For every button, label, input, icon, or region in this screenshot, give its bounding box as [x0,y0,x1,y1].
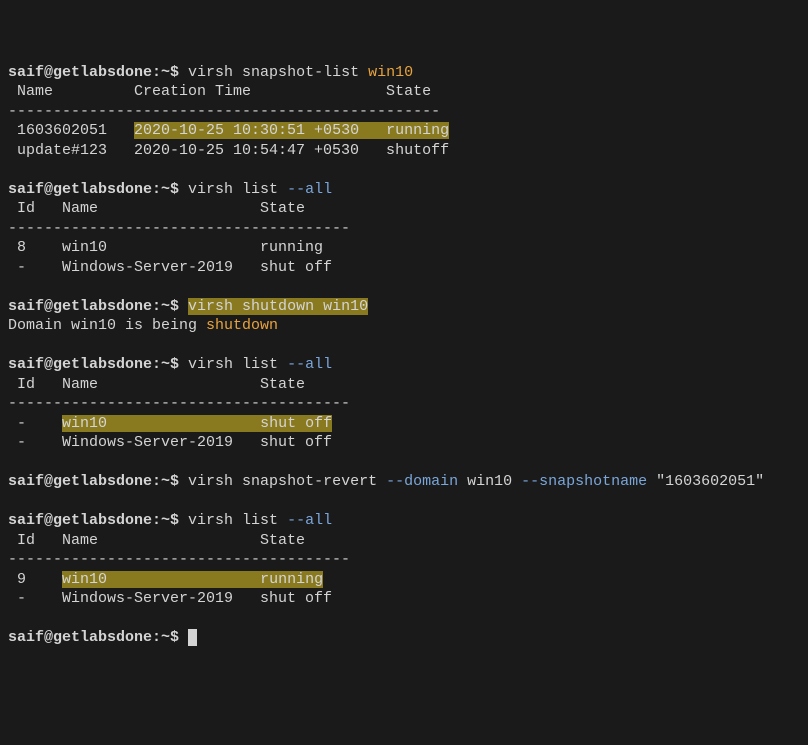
highlighted-text: win10 [62,571,260,588]
table-divider: -------------------------------------- [8,395,350,412]
command-text: virsh list [188,181,287,198]
highlighted-command: virsh shutdown win10 [188,298,368,315]
command-flag: --snapshotname [521,473,647,490]
table-row: - Windows-Server-2019 shut off [8,259,332,276]
table-header: Id Name State [8,200,305,217]
output-keyword: shutdown [206,317,278,334]
command-text: virsh snapshot-list [188,64,359,81]
command-text: virsh snapshot-revert [188,473,386,490]
shell-prompt: saif@getlabsdone:~$ [8,298,179,315]
highlighted-text: shut off [260,415,332,432]
shell-prompt: saif@getlabsdone:~$ [8,64,179,81]
command-arg: win10 [368,64,413,81]
table-row: 9 [8,571,62,588]
command-flag: --all [287,512,332,529]
command-flag: --all [287,356,332,373]
table-divider: -------------------------------------- [8,551,350,568]
table-row: - Windows-Server-2019 shut off [8,590,332,607]
command-arg: win10 [458,473,521,490]
table-header: Id Name State [8,532,305,549]
command-arg: "1603602051" [647,473,764,490]
table-row: 1603602051 [8,122,134,139]
shell-prompt: saif@getlabsdone:~$ [8,629,179,646]
command-text: virsh list [188,512,287,529]
output-text: Domain win10 is being [8,317,206,334]
table-row: 8 win10 running [8,239,323,256]
command-flag: --all [287,181,332,198]
table-row: - Windows-Server-2019 shut off [8,434,332,451]
command-flag: --domain [386,473,458,490]
table-header: Id Name State [8,376,305,393]
shell-prompt: saif@getlabsdone:~$ [8,512,179,529]
table-row: - [8,415,62,432]
shell-prompt: saif@getlabsdone:~$ [8,181,179,198]
table-divider: -------------------------------------- [8,220,350,237]
highlighted-text: 2020-10-25 10:30:51 +0530 running [134,122,449,139]
highlighted-text: win10 [62,415,260,432]
table-divider: ----------------------------------------… [8,103,440,120]
highlighted-text: running [260,571,323,588]
table-header: Name Creation Time State [8,83,431,100]
terminal-output[interactable]: saif@getlabsdone:~$ virsh snapshot-list … [8,63,800,648]
command-text: virsh list [188,356,287,373]
table-row: update#123 2020-10-25 10:54:47 +0530 shu… [8,142,449,159]
shell-prompt: saif@getlabsdone:~$ [8,473,179,490]
shell-prompt: saif@getlabsdone:~$ [8,356,179,373]
cursor-icon [188,629,197,646]
